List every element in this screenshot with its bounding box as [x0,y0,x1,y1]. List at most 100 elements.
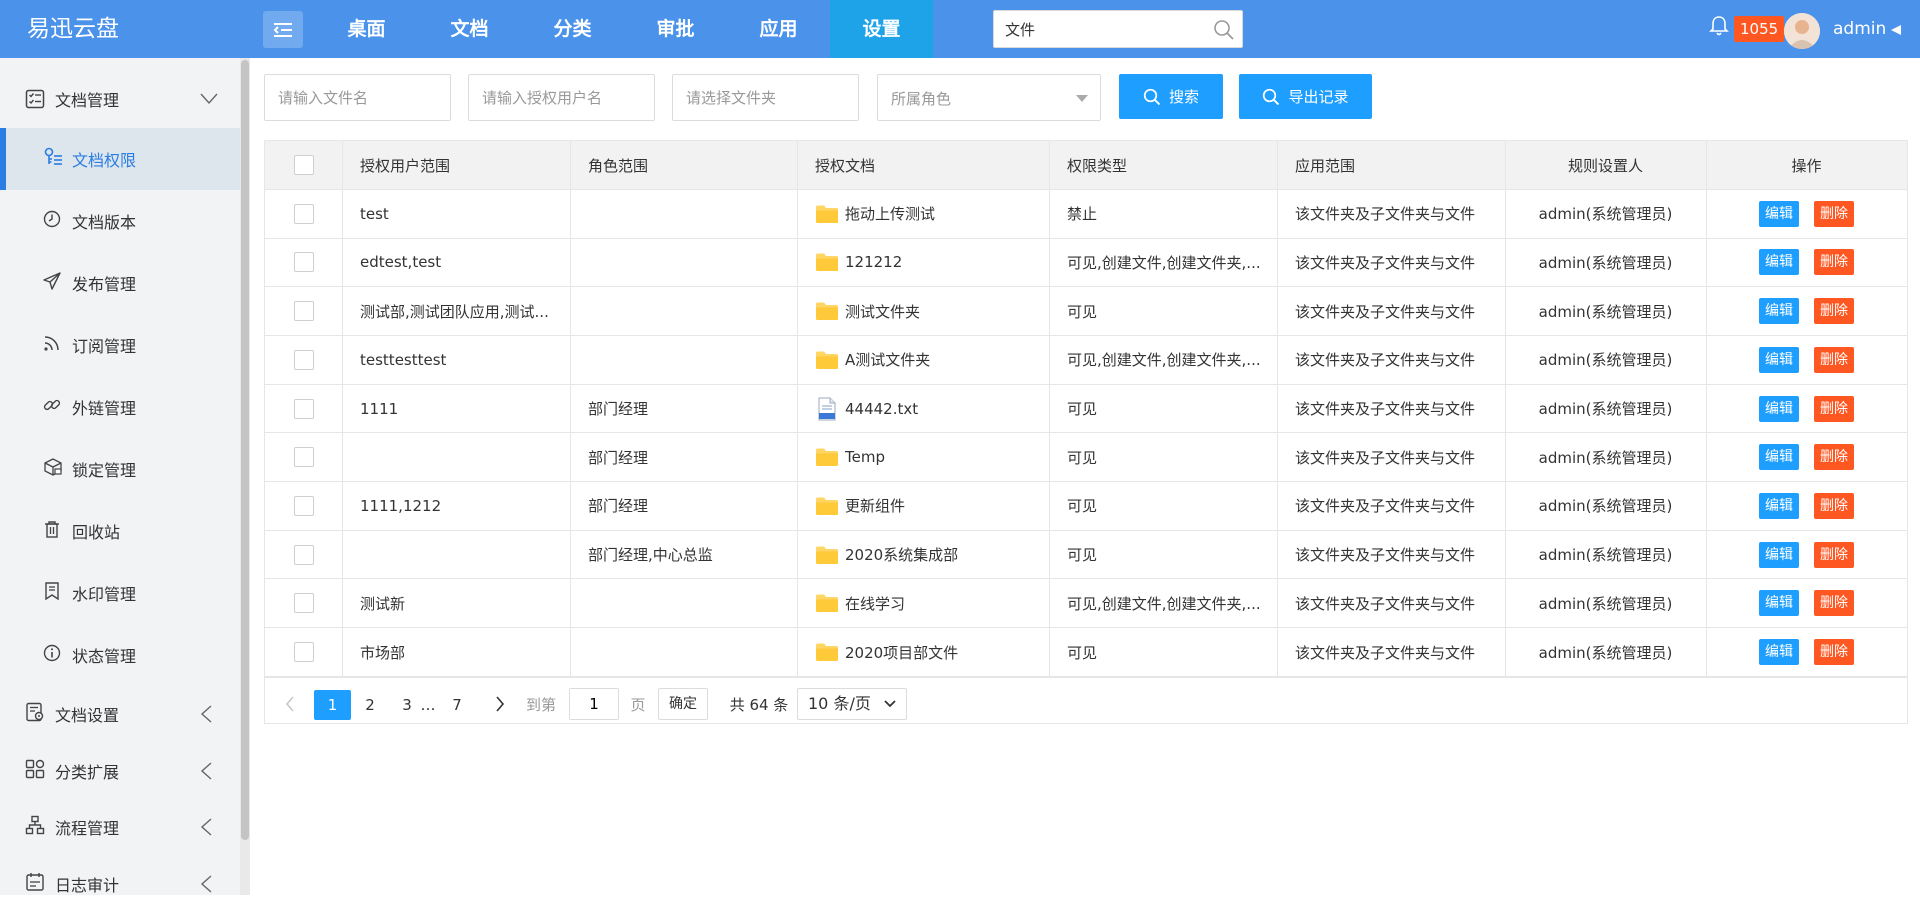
chevron-left-icon[interactable] [285,696,295,712]
delete-button[interactable]: 删除 [1814,639,1854,666]
authorized-doc-cell[interactable]: 测试文件夹 [797,287,1049,335]
delete-button[interactable]: 删除 [1814,541,1854,568]
delete-button[interactable]: 删除 [1814,298,1854,325]
row-checkbox[interactable] [293,301,314,322]
authorized-doc-cell[interactable]: 拖动上传测试 [797,190,1049,238]
authorized-doc-cell[interactable]: Temp [797,434,1049,482]
table-row[interactable]: 1111 部门经理 44442.txt 可见 该文件夹及子文件夹与文件 admin(系统管… [265,385,1907,434]
bell-icon[interactable] [1709,15,1729,37]
column-divider [570,141,571,677]
username[interactable]: admin [1833,0,1886,58]
apply-scope-cell: 该文件夹及子文件夹与文件 [1295,448,1476,467]
delete-button[interactable]: 删除 [1814,395,1854,422]
nav-tab[interactable]: 分类 [521,0,624,58]
table-row[interactable]: 部门经理 Temp 可见 该文件夹及子文件夹与文件 admin(系统管理员) 编辑 删除 [265,434,1907,482]
authorized-doc-cell[interactable]: A测试文件夹 [797,336,1049,384]
notification-badge[interactable]: 1055 [1734,16,1785,42]
authorized-doc-cell[interactable]: 在线学习 [797,580,1049,628]
edit-button[interactable]: 编辑 [1759,249,1799,276]
sidebar-item[interactable]: 发布管理 [0,252,240,314]
nav-tab[interactable]: 桌面 [315,0,418,58]
edit-button[interactable]: 编辑 [1759,346,1799,373]
delete-button[interactable]: 删除 [1814,444,1854,471]
page-button-last[interactable]: 7 [442,690,472,720]
nav-tab[interactable]: 设置 [830,0,933,58]
top-search-input[interactable] [994,11,1199,47]
folder-select-input[interactable] [673,75,858,120]
export-records-button[interactable]: 导出记录 [1239,74,1372,119]
table-row[interactable]: testtesttest A测试文件夹 可见,创建文件,创建文件夹,... 该文件夹及… [265,336,1907,385]
table-row[interactable]: edtest,test 121212 可见,创建文件,创建文件夹,... 该文件夹及子… [265,239,1907,288]
row-checkbox[interactable] [293,642,314,663]
row-checkbox[interactable] [293,349,314,370]
sidebar-item[interactable]: 外链管理 [0,376,240,438]
page-button-current[interactable]: 1 [314,690,351,720]
sidebar-group[interactable]: 日志审计 [0,856,240,912]
table-row[interactable]: test 拖动上传测试 禁止 该文件夹及子文件夹与文件 admin(系统管理员) 编辑 删除 [265,190,1907,239]
edit-button[interactable]: 编辑 [1759,639,1799,666]
nav-tab[interactable]: 应用 [727,0,830,58]
sidebar-item[interactable]: 文档权限 [0,128,240,190]
menu-toggle-button[interactable] [263,11,303,48]
search-icon[interactable] [1213,19,1235,41]
authorized-doc-cell[interactable]: 44442.txt [797,385,1049,433]
sidebar-group[interactable]: 文档设置 [0,686,240,742]
avatar[interactable] [1784,13,1820,49]
delete-button[interactable]: 删除 [1814,346,1854,373]
delete-button[interactable]: 删除 [1814,492,1854,519]
edit-button[interactable]: 编辑 [1759,395,1799,422]
row-checkbox[interactable] [293,398,314,419]
table-row[interactable]: 测试部,测试团队应用,测试... 测试文件夹 可见 该文件夹及子文件夹与文件 admin… [265,287,1907,336]
goto-page-input[interactable] [570,689,618,719]
sidebar-group[interactable]: 流程管理 [0,799,240,855]
goto-confirm-button[interactable]: 确定 [658,688,708,720]
row-checkbox[interactable] [293,593,314,614]
filename-input[interactable] [265,75,450,120]
row-checkbox[interactable] [293,544,314,565]
table-row[interactable]: 测试新 在线学习 可见,创建文件,创建文件夹,... 该文件夹及子文件夹与文件 admi… [265,580,1907,629]
table-row[interactable]: 部门经理,中心总监 2020系统集成部 可见 该文件夹及子文件夹与文件 admin(系统… [265,531,1907,580]
table-row[interactable]: 1111,1212 部门经理 更新组件 可见 该文件夹及子文件夹与文件 admin(系统管… [265,482,1907,531]
sidebar-item[interactable]: 订阅管理 [0,314,240,376]
delete-button[interactable]: 删除 [1814,200,1854,227]
username-input[interactable] [469,75,654,120]
sidebar-group-doc-management[interactable]: 文档管理 [0,71,240,127]
edit-button[interactable]: 编辑 [1759,200,1799,227]
page-size-select[interactable]: 10 条/页 [797,688,907,720]
scrollbar-thumb[interactable] [241,60,249,840]
brand-logo[interactable]: 易迅云盘 [27,0,119,58]
edit-button[interactable]: 编辑 [1759,541,1799,568]
caret-left-icon[interactable] [1890,25,1902,35]
edit-button[interactable]: 编辑 [1759,298,1799,325]
authorized-doc-cell[interactable]: 更新组件 [797,482,1049,530]
delete-button[interactable]: 删除 [1814,249,1854,276]
sidebar-item[interactable]: 文档版本 [0,190,240,252]
authorized-doc-cell[interactable]: 121212 [797,239,1049,287]
sidebar-item[interactable]: 回收站 [0,500,240,562]
row-checkbox[interactable] [293,203,314,224]
edit-button[interactable]: 编辑 [1759,444,1799,471]
sidebar-item[interactable]: 状态管理 [0,624,240,686]
nav-tab[interactable]: 审批 [624,0,727,58]
edit-button[interactable]: 编辑 [1759,492,1799,519]
delete-button[interactable]: 删除 [1814,590,1854,617]
sidebar-item[interactable]: 水印管理 [0,562,240,624]
chevron-right-icon[interactable] [495,696,505,712]
table-row[interactable]: 市场部 2020项目部文件 可见 该文件夹及子文件夹与文件 admin(系统管理员) 编辑… [265,628,1907,677]
row-checkbox-cell [265,434,342,482]
row-checkbox[interactable] [293,447,314,468]
edit-button[interactable]: 编辑 [1759,590,1799,617]
authorized-doc-cell[interactable]: 2020系统集成部 [797,531,1049,579]
row-checkbox[interactable] [293,495,314,516]
doc-name: 121212 [845,253,903,272]
authorized-doc-cell[interactable]: 2020项目部文件 [797,628,1049,676]
nav-tab[interactable]: 文档 [418,0,521,58]
row-checkbox[interactable] [293,252,314,273]
sidebar-item[interactable]: 锁定管理 [0,438,240,500]
search-button[interactable]: 搜索 [1119,74,1223,119]
page-button[interactable]: 2 [355,690,385,720]
sidebar-group[interactable]: 分类扩展 [0,743,240,799]
sidebar-scrollbar[interactable] [240,58,250,895]
select-all-checkbox[interactable] [293,155,314,175]
role-select[interactable]: 所属角色 [877,74,1101,121]
